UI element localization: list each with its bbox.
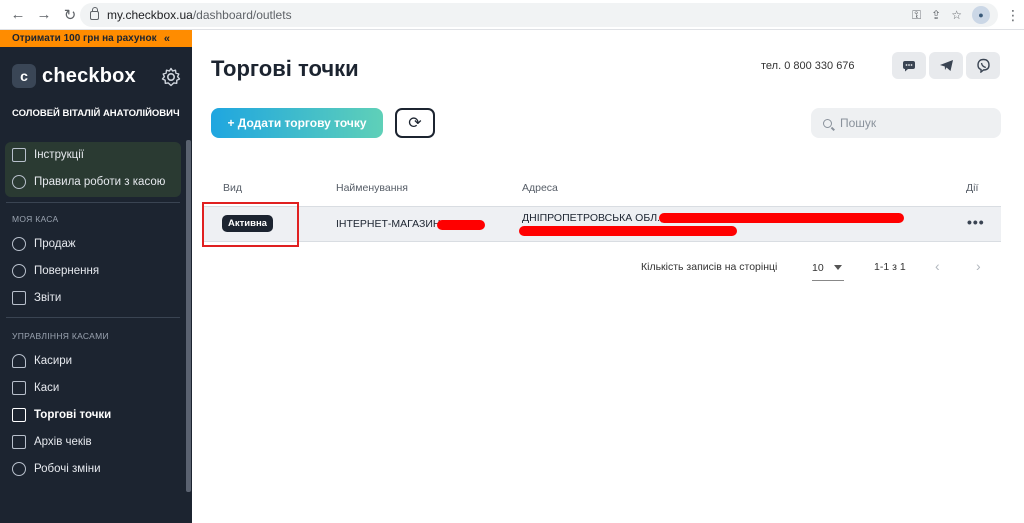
column-header-actions: Дії [966,182,979,194]
sidebar-item-reports[interactable]: Звіти [12,291,61,305]
section-manage: УПРАВЛІННЯ КАСАМИ [12,331,109,341]
promo-banner[interactable]: Отримати 100 грн на рахунок « [0,30,192,47]
column-header-type[interactable]: Вид [223,182,242,194]
forward-icon[interactable]: → [32,3,56,27]
browser-menu-icon[interactable]: ⋮ [1006,6,1020,24]
promo-text: Отримати 100 грн на рахунок [12,33,157,44]
redaction-mark [659,213,904,223]
user-name: СОЛОВЕЙ ВІТАЛІЙ АНАТОЛІЙОВИЧ [12,108,180,119]
chat-icon [903,60,915,71]
sidebar-item-label: Правила роботи з касою [34,176,166,188]
url-host: my.checkbox.ua [107,8,193,22]
column-header-address[interactable]: Адреса [522,182,558,194]
viber-icon [976,58,990,73]
sidebar-item-shifts[interactable]: Робочі зміни [12,462,101,476]
sidebar-item-receipts-archive[interactable]: Архів чеків [12,435,92,449]
reload-icon[interactable]: ↻ [58,3,82,27]
telegram-button[interactable] [929,52,963,79]
search-placeholder: Пошук [840,116,877,130]
chat-icon [12,175,26,189]
main-content: Торгові точки тел. 0 800 330 676 + Додат… [192,30,1024,523]
key-icon[interactable]: ⚿ [912,8,921,23]
sidebar-item-label: Торгові точки [34,409,112,421]
sidebar-divider [6,202,180,203]
browser-toolbar: ← → ↻ my.checkbox.ua/dashboard/outlets ⚿… [0,0,1024,30]
sidebar-divider [6,317,180,318]
sidebar-item-rules[interactable]: Правила роботи з касою [12,175,165,189]
sidebar-scrollbar[interactable] [186,140,191,492]
outlet-name: ІНТЕРНЕТ-МАГАЗИН [336,218,441,230]
sidebar-item-label: Звіти [34,292,62,304]
page-title: Торгові точки [211,56,359,81]
sidebar-item-label: Продаж [34,238,76,250]
select-underline [812,280,844,281]
sidebar-item-outlets[interactable]: Торгові точки [12,408,111,422]
register-icon [12,381,26,395]
sidebar-item-label: Робочі зміни [34,463,101,475]
sidebar-item-label: Повернення [34,265,100,277]
telegram-icon [939,60,953,71]
report-icon [12,291,26,305]
redaction-mark [437,220,485,230]
checkbox-logo-icon: c [12,64,36,88]
back-icon[interactable]: ← [6,3,30,27]
per-page-label: Кількість записів на сторінці [641,261,778,273]
sidebar-item-label: Інструкції [34,149,84,161]
viber-button[interactable] [966,52,1000,79]
sidebar-item-return[interactable]: Повернення [12,264,99,278]
pagination-range: 1-1 з 1 [874,261,906,273]
store-icon [12,408,26,422]
search-input[interactable]: Пошук [811,108,1001,138]
chevron-down-icon [834,265,842,270]
next-page-icon[interactable]: › [976,258,981,274]
outlet-address: ДНІПРОПЕТРОВСЬКА ОБЛ., [522,212,663,224]
sidebar-item-label: Архів чеків [34,436,92,448]
support-phone: тел. 0 800 330 676 [761,60,855,72]
book-icon [12,148,26,162]
per-page-value: 10 [812,262,824,274]
shift-icon [12,462,26,476]
sidebar-item-label: Каси [34,382,60,394]
refresh-button[interactable]: ⟳ [395,108,435,138]
prev-page-icon[interactable]: ‹ [935,258,940,274]
lock-icon [90,6,99,20]
column-header-name[interactable]: Найменування [336,182,408,194]
brand-name: checkbox [42,64,136,87]
arrow-left-circle-icon [12,264,26,278]
users-icon [12,354,26,368]
redaction-mark [519,226,737,236]
add-outlet-button[interactable]: + Додати торгову точку [211,108,383,138]
section-my-kasa: МОЯ КАСА [12,214,59,224]
star-icon[interactable]: ☆ [951,8,962,22]
sidebar-item-label: Касири [34,355,73,367]
per-page-select[interactable]: 10 [812,259,844,277]
profile-avatar[interactable]: ● [972,6,990,24]
status-highlight-box [202,202,299,247]
arrow-right-circle-icon [12,237,26,251]
chat-button[interactable] [892,52,926,79]
share-icon[interactable]: ⇪ [931,8,941,22]
brand-logo[interactable]: c checkbox [12,64,136,88]
gear-icon[interactable] [161,67,181,87]
refresh-icon: ⟳ [408,115,422,132]
search-icon [823,118,832,128]
url-path: /dashboard/outlets [192,8,292,22]
sidebar-item-cashiers[interactable]: Касири [12,354,72,368]
sidebar-item-instructions[interactable]: Інструкції [12,148,84,162]
receipt-icon [12,435,26,449]
collapse-chevron-icon[interactable]: « [164,33,170,45]
sidebar: Отримати 100 грн на рахунок « c checkbox… [0,30,192,523]
sidebar-item-registers[interactable]: Каси [12,381,59,395]
row-actions-icon[interactable]: ••• [967,214,985,230]
address-bar[interactable]: my.checkbox.ua/dashboard/outlets ⚿ ⇪ ☆ ● [80,3,998,27]
sidebar-item-sale[interactable]: Продаж [12,237,76,251]
